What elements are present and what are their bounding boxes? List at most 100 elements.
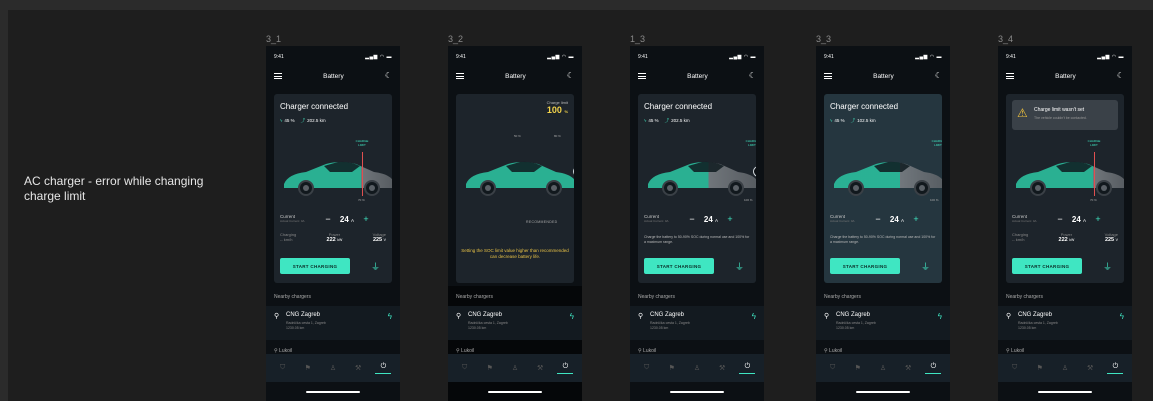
- card-title: Charger connected: [830, 102, 899, 111]
- charger-list-item[interactable]: ⚲ CNG Zagreb Radnička cesta 1, Zagreb 123…: [630, 306, 764, 340]
- plug-icon[interactable]: ⏚: [735, 260, 744, 273]
- power-metric: Power 222 kW: [326, 232, 343, 243]
- moon-icon[interactable]: ☾: [935, 72, 942, 80]
- plug-icon[interactable]: ⏚: [1103, 260, 1112, 273]
- moon-icon[interactable]: ☾: [385, 72, 392, 80]
- start-charging-button[interactable]: START CHARGING: [1012, 258, 1082, 274]
- tick-label: 50 %: [514, 134, 521, 138]
- tick-label: 80 %: [554, 134, 561, 138]
- menu-icon[interactable]: [1006, 73, 1014, 79]
- charger-list-item[interactable]: ⚲ CNG Zagreb Radnička cesta 1, Zagreb 123…: [998, 306, 1132, 340]
- menu-icon[interactable]: [274, 73, 282, 79]
- power-metric: Power 222 kW: [1058, 232, 1075, 243]
- charger-list-item[interactable]: ⚲ CNG Zagreb Radnička cesta 1, Zagreb 123…: [266, 306, 400, 340]
- tab-user-icon[interactable]: ♙: [689, 364, 705, 372]
- charger-address: Radnička cesta 1, Zagreb 1230.05 km: [1018, 321, 1058, 330]
- tab-user-icon[interactable]: ♙: [1057, 364, 1073, 372]
- tab-flag-icon[interactable]: ⚑: [300, 364, 316, 372]
- tab-shield-icon[interactable]: ⛉: [825, 364, 841, 372]
- tab-flag-icon[interactable]: ⚑: [482, 364, 498, 372]
- tab-wrench-icon[interactable]: ⚒: [1082, 364, 1098, 372]
- menu-icon[interactable]: [456, 73, 464, 79]
- tab-wrench-icon[interactable]: ⚒: [714, 364, 730, 372]
- tab-power-icon[interactable]: ⏻: [557, 363, 574, 374]
- decrease-current-button[interactable]: −: [686, 214, 698, 224]
- limit-marker: [1094, 152, 1095, 196]
- tab-flag-icon[interactable]: ⚑: [850, 364, 866, 372]
- tab-power-icon[interactable]: ⏻: [739, 363, 756, 374]
- tab-power-icon[interactable]: ⏻: [1107, 363, 1124, 374]
- decrease-current-button[interactable]: −: [1054, 214, 1066, 224]
- moon-icon[interactable]: ☾: [1117, 72, 1124, 80]
- tab-user-icon[interactable]: ♙: [325, 364, 341, 372]
- moon-icon[interactable]: ☾: [567, 72, 574, 80]
- tab-power-icon[interactable]: ⏻: [925, 363, 942, 374]
- tab-flag-icon[interactable]: ⚑: [1032, 364, 1048, 372]
- bottom-tab-bar: ⛉ ⚑ ♙ ⚒ ⏻: [630, 354, 764, 382]
- bottom-tab-bar: ⛉ ⚑ ♙ ⚒ ⏻: [448, 354, 582, 382]
- increase-current-button[interactable]: +: [1092, 214, 1104, 224]
- signal-wifi-battery-icon: ▂▄▆ ◠ ▬: [915, 54, 942, 60]
- toast-message: The vehicle couldn't be contacted.: [1034, 116, 1087, 120]
- location-pin-icon: ⚲: [1006, 313, 1012, 320]
- tab-user-icon[interactable]: ♙: [875, 364, 891, 372]
- charge-limit-tag: CHARGE LIMIT: [355, 139, 369, 147]
- charger-bolt-icon: ϟ: [751, 312, 756, 321]
- decrease-current-button[interactable]: −: [872, 214, 884, 224]
- top-nav: Battery ☾: [824, 70, 942, 82]
- charger-list-item[interactable]: ⚲ CNG Zagreb Radnička cesta 1, Zagreb 123…: [816, 306, 950, 340]
- moon-icon[interactable]: ☾: [749, 72, 756, 80]
- tab-wrench-icon[interactable]: ⚒: [900, 364, 916, 372]
- increase-current-button[interactable]: +: [910, 214, 922, 224]
- start-charging-button[interactable]: START CHARGING: [644, 258, 714, 274]
- plug-icon[interactable]: ⏚: [371, 260, 380, 273]
- menu-icon[interactable]: [638, 73, 646, 79]
- charger-address: Radnička cesta 1, Zagreb 1230.05 km: [836, 321, 876, 330]
- charger-name: CNG Zagreb: [1018, 312, 1053, 318]
- current-control: Current Actual Current: 0A − 24 A +: [830, 213, 936, 225]
- location-pin-icon: ⚲: [824, 313, 830, 320]
- tab-flag-icon[interactable]: ⚑: [664, 364, 680, 372]
- top-nav: Battery ☾: [638, 70, 756, 82]
- tab-user-icon[interactable]: ♙: [507, 364, 523, 372]
- battery-life-warning: Setting the SOC limit value higher than …: [461, 248, 569, 259]
- charger-card: Charger connected ϟ45 % ⤴202.5 km CHARGE…: [638, 94, 756, 283]
- tab-wrench-icon[interactable]: ⚒: [532, 364, 548, 372]
- charge-limit-tag: CHARGE LIMIT: [745, 139, 756, 147]
- charger-bolt-icon: ϟ: [569, 312, 574, 321]
- charge-limit-value: 100 %: [546, 105, 568, 115]
- charger-list-item[interactable]: ⚲ CNG Zagreb Radnička cesta 1, Zagreb 123…: [448, 306, 582, 340]
- range-value: ⤴ 102.5 km: [850, 118, 876, 123]
- tab-shield-icon[interactable]: ⛉: [457, 364, 473, 372]
- increase-current-button[interactable]: +: [724, 214, 736, 224]
- page-title: Battery: [687, 72, 708, 80]
- charger-bolt-icon: ϟ: [1119, 312, 1124, 321]
- battery-percent: ϟ 45 %: [830, 118, 845, 123]
- tab-shield-icon[interactable]: ⛉: [639, 364, 655, 372]
- tab-shield-icon[interactable]: ⛉: [275, 364, 291, 372]
- charger-name: CNG Zagreb: [468, 312, 503, 318]
- card-title: Charger connected: [280, 102, 349, 111]
- battery-percent: ϟ 45 %: [644, 118, 659, 123]
- tab-power-icon[interactable]: ⏻: [375, 363, 392, 374]
- current-control: Current Actual Current: 0A − 24 A +: [644, 213, 750, 225]
- charge-limit-tag: CHARGE LIMIT: [931, 139, 942, 147]
- plug-icon[interactable]: ⏚: [921, 260, 930, 273]
- tab-shield-icon[interactable]: ⛉: [1007, 364, 1023, 372]
- decrease-current-button[interactable]: −: [322, 214, 334, 224]
- signal-wifi-battery-icon: ▂▄▆ ◠ ▬: [547, 54, 574, 60]
- top-nav: Battery ☾: [456, 70, 574, 82]
- nearby-chargers-heading: Nearby chargers: [274, 294, 311, 300]
- current-label: Current Actual Current: 0A: [644, 214, 669, 223]
- menu-icon[interactable]: [824, 73, 832, 79]
- tab-wrench-icon[interactable]: ⚒: [350, 364, 366, 372]
- increase-current-button[interactable]: +: [360, 214, 372, 224]
- charger-card: Charger connected ϟ45 % ⤴102.5 km CHARGE…: [824, 94, 942, 283]
- status-bar: 9:41 ▂▄▆ ◠ ▬: [638, 54, 756, 62]
- top-nav: Battery ☾: [274, 70, 392, 82]
- charger-address: Radnička cesta 1, Zagreb 1230.05 km: [286, 321, 326, 330]
- start-charging-button[interactable]: START CHARGING: [280, 258, 350, 274]
- car-illustration: [284, 161, 392, 196]
- start-charging-button[interactable]: START CHARGING: [830, 258, 900, 274]
- voltage-metric: Voltage 225 V: [1104, 232, 1118, 243]
